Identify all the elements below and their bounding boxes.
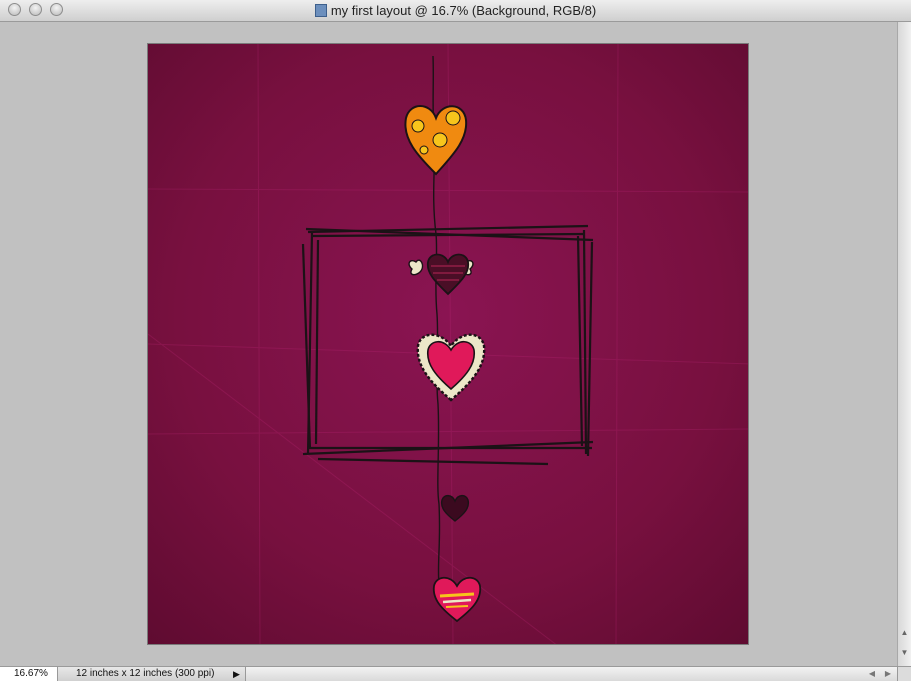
document-info: 12 inches x 12 inches (300 ppi) [76, 668, 215, 679]
scroll-up-icon[interactable]: ▲ [900, 628, 909, 638]
scroll-left-icon[interactable]: ◀ [866, 668, 878, 680]
status-menu-triangle-icon[interactable]: ▶ [233, 668, 243, 680]
window-title: my first layout @ 16.7% (Background, RGB… [330, 3, 597, 18]
window-title-area: my first layout @ 16.7% (Background, RGB… [0, 3, 911, 18]
scroll-right-icon[interactable]: ▶ [882, 668, 894, 680]
zoom-level-field[interactable]: 16.67% [0, 667, 58, 681]
window-titlebar: my first layout @ 16.7% (Background, RGB… [0, 0, 911, 22]
vertical-scrollbar[interactable]: ▲ ▼ [897, 22, 911, 666]
horizontal-scrollbar[interactable]: ◀ ▶ [245, 667, 897, 681]
scroll-down-icon[interactable]: ▼ [900, 648, 909, 658]
canvas-workspace[interactable] [0, 22, 897, 666]
status-bar: 16.67% 12 inches x 12 inches (300 ppi) ▶… [0, 666, 911, 681]
document-canvas[interactable] [147, 43, 749, 645]
document-icon [314, 4, 327, 17]
resize-corner[interactable] [897, 667, 911, 681]
artwork [148, 44, 748, 644]
